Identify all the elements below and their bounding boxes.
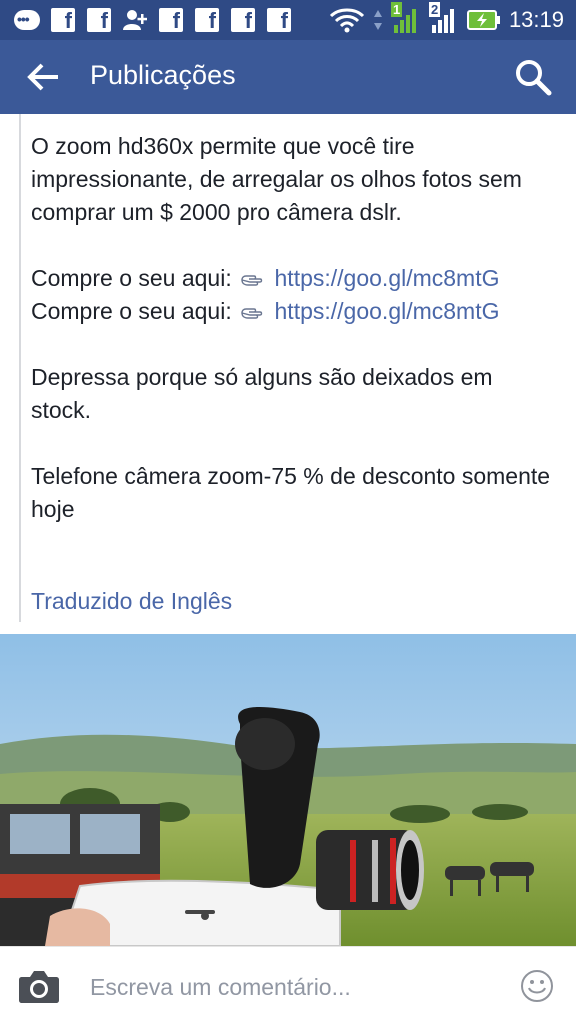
post-image[interactable] [0, 634, 576, 946]
post-quote-line [19, 114, 21, 622]
phone [45, 879, 341, 946]
buy-label: Compre o seu aqui: [31, 265, 232, 291]
sim1-signal-icon: 1 [390, 2, 421, 34]
status-bar: 1 2 13:19 [0, 0, 576, 40]
post-paragraph: O zoom hd360x permite que você tire impr… [31, 133, 522, 225]
system-icons: 1 2 13:19 [329, 2, 564, 36]
sim1-label: 1 [390, 2, 403, 17]
lens-photo-illustration [0, 634, 576, 946]
facebook-notification-icon [266, 7, 292, 34]
post-text: O zoom hd360x permite que você tire impr… [31, 130, 551, 526]
post: O zoom hd360x permite que você tire impr… [0, 114, 576, 634]
page-title: Publicações [90, 60, 236, 90]
post-paragraph: Telefone câmera zoom-75 % de desconto so… [31, 463, 551, 522]
facebook-notification-icon [86, 7, 112, 34]
pointing-hand-icon [241, 308, 263, 319]
camera-icon[interactable] [18, 969, 60, 1003]
pointing-hand-icon [241, 275, 263, 286]
smiley-icon[interactable] [520, 969, 554, 1003]
buy-label: Compre o seu aqui: [31, 298, 232, 324]
product-link[interactable]: https://goo.gl/mc8mtG [275, 298, 500, 324]
post-buy-line: Compre o seu aqui: https://goo.gl/mc8mtG [31, 262, 551, 295]
back-arrow-icon[interactable] [24, 60, 64, 94]
product-link[interactable]: https://goo.gl/mc8mtG [275, 265, 500, 291]
friend-request-icon [122, 7, 148, 33]
facebook-notification-icon [158, 7, 184, 34]
facebook-notification-icon [50, 7, 76, 34]
sim2-label: 2 [428, 2, 441, 17]
translated-from-english-link[interactable]: Traduzido de Inglês [31, 588, 232, 615]
facebook-notification-icon [230, 7, 256, 34]
clock: 13:19 [508, 7, 564, 32]
app-bar: Publicações [0, 40, 576, 114]
facebook-notification-icon [194, 7, 220, 34]
battery-charging-icon [466, 10, 500, 30]
wifi-icon [329, 8, 364, 33]
notification-icons [14, 6, 292, 34]
sim2-signal-icon: 2 [428, 2, 459, 34]
comment-bar [0, 946, 576, 1025]
messenger-notification-icon [14, 7, 40, 33]
search-icon[interactable] [514, 58, 552, 96]
post-paragraph: Depressa porque só alguns são deixados e… [31, 364, 493, 423]
post-buy-line: Compre o seu aqui: https://goo.gl/mc8mtG [31, 295, 551, 328]
comment-input[interactable] [90, 967, 490, 1007]
data-transfer-icon [373, 10, 382, 30]
